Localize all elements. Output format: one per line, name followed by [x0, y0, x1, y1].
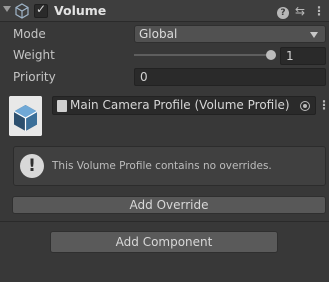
chevron-down-icon: [310, 32, 318, 38]
info-helpbox: ! This Volume Profile contains no overri…: [13, 146, 326, 186]
file-icon: [57, 100, 67, 112]
divider: [0, 221, 329, 222]
add-component-button[interactable]: Add Component: [50, 231, 278, 253]
volume-profile-asset-icon: [9, 96, 42, 136]
exclamation-icon: !: [20, 154, 44, 178]
profile-object-field[interactable]: Main Camera Profile (Volume Profile): [52, 96, 316, 115]
help-icon[interactable]: ?: [276, 3, 290, 19]
object-picker-icon[interactable]: [300, 101, 310, 111]
weight-label: Weight: [13, 48, 55, 62]
priority-value: 0: [140, 70, 148, 84]
weight-field[interactable]: 1: [280, 47, 326, 65]
helpbox-message: This Volume Profile contains no override…: [52, 160, 272, 172]
weight-slider-thumb[interactable]: [266, 50, 276, 60]
volume-cube-icon: [15, 3, 29, 19]
add-override-button[interactable]: Add Override: [12, 196, 326, 214]
weight-value: 1: [286, 49, 294, 63]
component-title: Volume: [54, 3, 107, 18]
priority-label: Priority: [13, 70, 56, 84]
checkmark-icon: ✓: [35, 2, 47, 16]
enabled-checkbox[interactable]: ✓: [34, 2, 48, 18]
presets-icon[interactable]: ⇆: [293, 3, 307, 19]
priority-field[interactable]: 0: [134, 68, 326, 86]
weight-slider-track[interactable]: [134, 54, 272, 56]
profile-name: Main Camera Profile (Volume Profile): [70, 98, 290, 112]
mode-value: Global: [139, 27, 178, 41]
mode-label: Mode: [13, 27, 46, 41]
more-options-icon[interactable]: ⋮: [312, 3, 326, 19]
mode-dropdown[interactable]: Global: [134, 25, 326, 43]
profile-more-icon[interactable]: ⋮: [318, 98, 329, 112]
foldout-arrow-icon[interactable]: [3, 6, 11, 12]
